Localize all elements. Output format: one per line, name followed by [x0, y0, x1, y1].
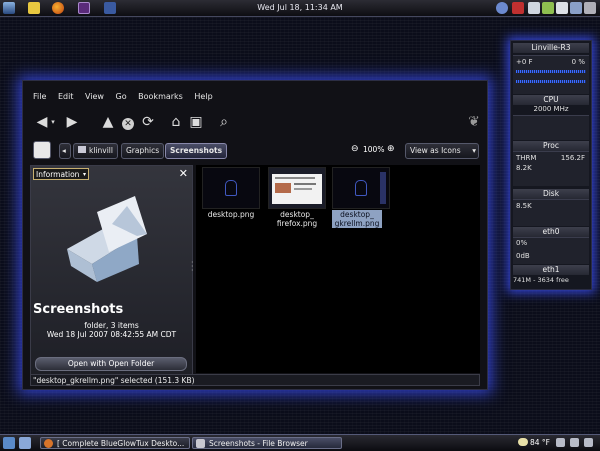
eth1-label: eth1: [513, 265, 589, 275]
weather-temp[interactable]: 84 °F: [530, 438, 550, 447]
menu-file[interactable]: File: [33, 92, 46, 101]
breadcrumb-klinvill[interactable]: klinvill: [73, 143, 118, 159]
show-desktop-icon[interactable]: [3, 437, 15, 449]
gnome-foot-icon: ❦: [468, 114, 480, 130]
view-as-select[interactable]: View as Icons ▾: [405, 143, 479, 159]
toggle-location-button[interactable]: [33, 141, 51, 159]
stop-icon[interactable]: ✕: [119, 113, 137, 131]
firefox-icon: [44, 439, 53, 448]
thrm-value: 156.2F: [560, 154, 585, 162]
folder-date: Wed 18 Jul 2007 08:42:55 AM CDT: [46, 330, 177, 339]
menu-view[interactable]: View: [85, 92, 104, 101]
search-icon[interactable]: ⌕: [215, 113, 233, 131]
back-dropdown-icon[interactable]: ▾: [49, 113, 57, 131]
menu-help[interactable]: Help: [194, 92, 212, 101]
menu-go[interactable]: Go: [116, 92, 127, 101]
tux-icon: [225, 180, 237, 196]
location-bar: ◂ klinvill Graphics Screenshots ⊖ 100% ⊕…: [33, 141, 483, 161]
menubar: File Edit View Go Bookmarks Help: [33, 92, 222, 101]
cpu-temp-line: +0 F: [516, 58, 533, 66]
gkrellm-host: Linville-R3: [513, 43, 589, 53]
tray-icon-3[interactable]: [584, 438, 593, 447]
eth0-db: 0dB: [516, 252, 530, 260]
file-name-desktop-gkrellm[interactable]: desktop_ gkrellm.png: [332, 210, 382, 228]
breadcrumb-left-arrow[interactable]: ◂: [59, 143, 71, 159]
thumbnail-desktop-gkrellm[interactable]: [332, 167, 390, 209]
close-icon[interactable]: ✕: [179, 167, 188, 180]
clipboard-icon[interactable]: [528, 2, 540, 14]
zoom-level[interactable]: 100%: [363, 145, 384, 154]
toolbar: ◀ ▾ ▶ ▲ ✕ ⟳ ⌂ ▣ ⌕ ❦: [33, 113, 483, 133]
disk-label: Disk: [513, 189, 589, 199]
proc-panel: THRM 156.2F 8.2K: [513, 151, 589, 186]
home-icon[interactable]: ⌂: [167, 113, 185, 131]
eth0-label: eth0: [513, 227, 589, 237]
folder-info: folder, 3 items: [84, 321, 139, 330]
clock[interactable]: Wed Jul 18, 11:34 AM: [0, 3, 600, 12]
computer-icon[interactable]: ▣: [187, 113, 205, 131]
tux-icon: [355, 180, 367, 196]
weather-icon[interactable]: [518, 438, 528, 446]
tray-icon-2[interactable]: [570, 438, 579, 447]
cpu-meter-2: [516, 80, 586, 83]
eth0-panel: 0% 0dB: [513, 237, 589, 264]
folder-name: Screenshots: [33, 302, 124, 317]
menu-edit[interactable]: Edit: [58, 92, 74, 101]
zoom-in-icon[interactable]: ⊕: [387, 144, 395, 154]
side-pane: Information ▾ ✕ Screenshots folder, 3 it…: [30, 165, 193, 375]
power-icon[interactable]: [584, 2, 596, 14]
proc-value: 8.2K: [516, 164, 532, 172]
network-icon[interactable]: [496, 2, 508, 14]
proc-label: Proc: [513, 141, 589, 151]
chat-icon[interactable]: [542, 2, 554, 14]
reload-icon[interactable]: ⟳: [139, 113, 157, 131]
tray-icon-1[interactable]: [556, 438, 565, 447]
cpu-freq: 2000 MHz: [533, 105, 569, 113]
home-folder-icon: [78, 146, 86, 153]
workspace-icon[interactable]: [19, 437, 31, 449]
eth0-percent: 0%: [516, 239, 528, 247]
disk-value: 8.5K: [516, 202, 532, 210]
thrm-label: THRM: [516, 154, 537, 162]
bottom-panel: [ Complete BlueGlowTux Deskto... Screens…: [0, 434, 600, 451]
pane-resize-handle[interactable]: · · ·: [191, 259, 195, 275]
gkrellm-temp-panel: +0 F 0 %: [513, 55, 589, 94]
top-panel: Wed Jul 18, 11:34 AM: [0, 0, 600, 17]
browser-preview: [272, 174, 322, 204]
folder-icon: [196, 439, 205, 448]
task-firefox[interactable]: [ Complete BlueGlowTux Deskto...: [40, 437, 190, 449]
memory-line: 741M - 3634 free: [513, 276, 569, 284]
file-browser-window: File Edit View Go Bookmarks Help ◀ ▾ ▶ ▲…: [22, 80, 488, 390]
file-name-desktop[interactable]: desktop.png: [196, 210, 266, 219]
disk-panel: 8.5K: [513, 199, 589, 226]
breadcrumb-screenshots[interactable]: Screenshots: [165, 143, 228, 159]
task-file-browser[interactable]: Screenshots - File Browser: [192, 437, 342, 449]
cpu-graph: [513, 115, 589, 140]
cpu-label: CPU: [513, 95, 589, 105]
thumbnail-desktop-firefox[interactable]: [268, 167, 326, 209]
thumbnail-desktop[interactable]: [202, 167, 260, 209]
cpu-percent: 0 %: [571, 58, 585, 66]
file-icon-view: desktop.png desktop_ firefox.png desktop…: [196, 165, 480, 373]
status-bar: "desktop_gkrellm.png" selected (151.3 KB…: [30, 374, 480, 386]
zoom-out-icon[interactable]: ⊖: [351, 144, 359, 154]
cpu-meter: [516, 70, 586, 73]
sidepane-selector[interactable]: Information ▾: [33, 168, 89, 180]
file-name-desktop-firefox[interactable]: desktop_ firefox.png: [262, 210, 332, 228]
open-with-button[interactable]: Open with Open Folder: [35, 357, 187, 371]
gkrellm-monitor: Linville-R3 +0 F 0 % CPU 2000 MHz Proc T…: [510, 40, 592, 290]
forward-icon[interactable]: ▶: [63, 113, 81, 131]
volume-icon[interactable]: [556, 2, 568, 14]
notification-icon[interactable]: [512, 2, 524, 14]
breadcrumb-graphics[interactable]: Graphics: [121, 143, 165, 159]
up-icon[interactable]: ▲: [99, 113, 117, 131]
display-icon[interactable]: [570, 2, 582, 14]
large-folder-icon: [57, 194, 157, 286]
chevron-down-icon: ▾: [82, 171, 86, 178]
chevron-down-icon: ▾: [472, 146, 476, 155]
menu-bookmarks[interactable]: Bookmarks: [138, 92, 183, 101]
